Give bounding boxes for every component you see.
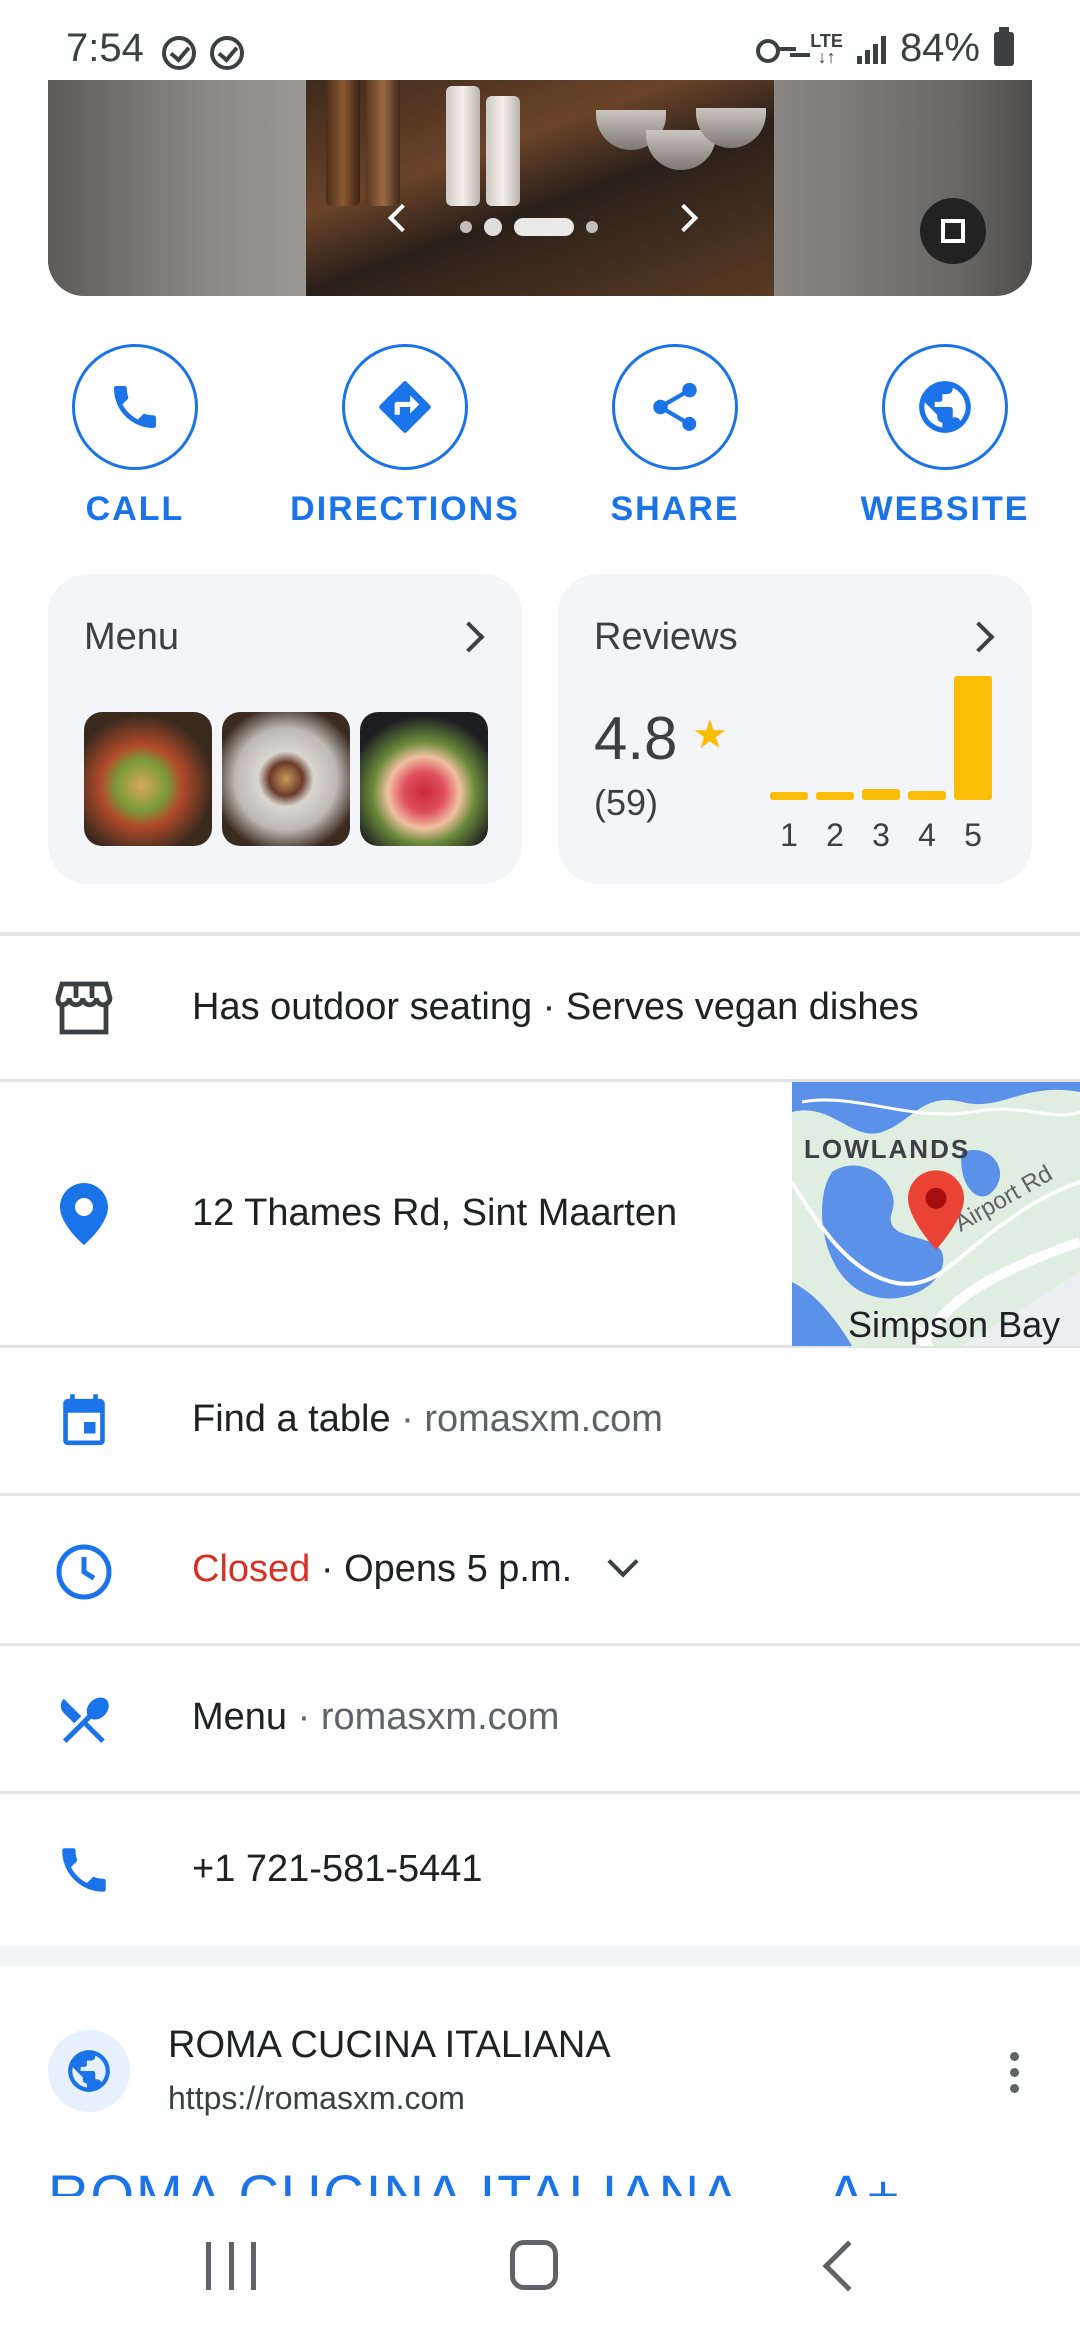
rating-histogram: 12345 [770, 674, 1000, 854]
site-url[interactable]: https://romasxm.com [168, 2080, 465, 2117]
check-circle-icon [210, 36, 244, 70]
menu-photo[interactable] [222, 712, 350, 846]
map-place-label: Simpson Bay [848, 1304, 1061, 1345]
calendar-icon [52, 1390, 116, 1454]
status-time: 7:54 [66, 26, 144, 70]
histogram-label: 5 [964, 817, 982, 853]
site-favicon [48, 2030, 130, 2112]
review-count: (59) [594, 782, 659, 823]
histogram-bar [954, 676, 992, 800]
chevron-right-icon [963, 621, 995, 653]
histogram-bar [770, 792, 808, 800]
call-button[interactable]: CALL [0, 344, 270, 529]
share-label: SHARE [610, 490, 740, 528]
directions-label: DIRECTIONS [290, 490, 520, 528]
section-divider [0, 1946, 1080, 1966]
menu-row-text: Menu · romasxm.com [192, 1696, 560, 1738]
hours-row[interactable]: Closed · Opens 5 p.m. [0, 1496, 1080, 1646]
menu-site: · romasxm.com [287, 1696, 560, 1738]
system-nav-bar [0, 2196, 1080, 2340]
back-icon[interactable] [822, 2240, 874, 2292]
hours-status: Closed [192, 1548, 311, 1590]
chevron-right-icon [453, 621, 485, 653]
action-buttons: CALL DIRECTIONS SHARE WEBSITE [0, 344, 1080, 544]
battery-percent: 84% [899, 26, 980, 70]
globe-icon [919, 381, 971, 433]
carousel-indicator [460, 218, 598, 236]
restaurant-icon [52, 1688, 116, 1752]
website-label: WEBSITE [860, 490, 1030, 528]
histogram-label: 4 [918, 817, 936, 853]
histogram-bar [816, 792, 854, 800]
vpn-key-icon [756, 37, 797, 63]
menu-photo[interactable] [84, 712, 212, 846]
globe-icon [68, 2050, 110, 2092]
histogram-label: 1 [780, 817, 798, 853]
reserve-text: Find a table · romasxm.com [192, 1398, 663, 1440]
check-circle-icon [162, 36, 196, 70]
fullscreen-button[interactable] [920, 198, 986, 264]
menu-card-title: Menu [84, 616, 180, 658]
reviews-card[interactable]: Reviews 4.8 ★ (59) 12345 [558, 574, 1032, 884]
signal-icon [856, 34, 886, 64]
clock-icon [52, 1540, 116, 1604]
phone-icon [52, 1838, 116, 1902]
menu-photo[interactable] [360, 712, 488, 846]
map-area-label: LOWLANDS [804, 1134, 971, 1164]
chevron-down-icon[interactable] [607, 1546, 639, 1578]
amenities-text: Has outdoor seating · Serves vegan dishe… [192, 986, 919, 1028]
directions-button[interactable]: DIRECTIONS [270, 344, 540, 529]
storefront-icon [52, 976, 116, 1040]
photo-carousel[interactable] [48, 80, 1032, 296]
map-marker-icon [908, 1170, 964, 1250]
site-name[interactable]: ROMA CUCINA ITALIANA [168, 2024, 611, 2067]
star-icon: ★ [692, 713, 728, 757]
photo-next[interactable] [774, 80, 1032, 296]
map-thumbnail[interactable]: LOWLANDS Airport Rd Simpson Bay [792, 1082, 1080, 1346]
share-icon [653, 382, 697, 431]
website-button[interactable]: WEBSITE [810, 344, 1080, 529]
amenities-row[interactable]: Has outdoor seating · Serves vegan dishe… [0, 936, 1080, 1082]
hours-next: · Opens 5 p.m. [310, 1548, 573, 1590]
menu-row[interactable]: Menu · romasxm.com [0, 1646, 1080, 1794]
rating-value: 4.8 [594, 705, 678, 772]
result-headline[interactable]: ROMA CUCINA ITALIANA — A+ [48, 2162, 901, 2198]
phone-number: +1 721-581-5441 [192, 1848, 483, 1890]
menu-card[interactable]: Menu [48, 574, 522, 884]
hours-text: Closed · Opens 5 p.m. [192, 1546, 639, 1591]
reviews-card-title: Reviews [594, 616, 738, 658]
histogram-bar [862, 789, 900, 800]
location-pin-icon [52, 1182, 116, 1246]
lte-icon: LTE ↓↑ [810, 30, 843, 67]
reserve-row[interactable]: Find a table · romasxm.com [0, 1348, 1080, 1496]
histogram-label: 2 [826, 817, 844, 853]
directions-icon [379, 381, 431, 433]
more-options-icon[interactable] [1010, 2052, 1020, 2094]
recent-apps-icon[interactable] [206, 2242, 256, 2290]
call-label: CALL [85, 490, 185, 528]
histogram-bar [908, 791, 946, 800]
phone-icon [114, 386, 156, 428]
photo-current[interactable] [306, 80, 774, 296]
phone-row[interactable]: +1 721-581-5441 [0, 1794, 1080, 1946]
home-icon[interactable] [510, 2240, 558, 2290]
reserve-site: · romasxm.com [390, 1398, 663, 1440]
share-button[interactable]: SHARE [540, 344, 810, 529]
address-text: 12 Thames Rd, Sint Maarten [192, 1192, 678, 1234]
photo-previous[interactable] [48, 80, 306, 296]
histogram-label: 3 [872, 817, 890, 853]
battery-icon [994, 26, 1014, 66]
